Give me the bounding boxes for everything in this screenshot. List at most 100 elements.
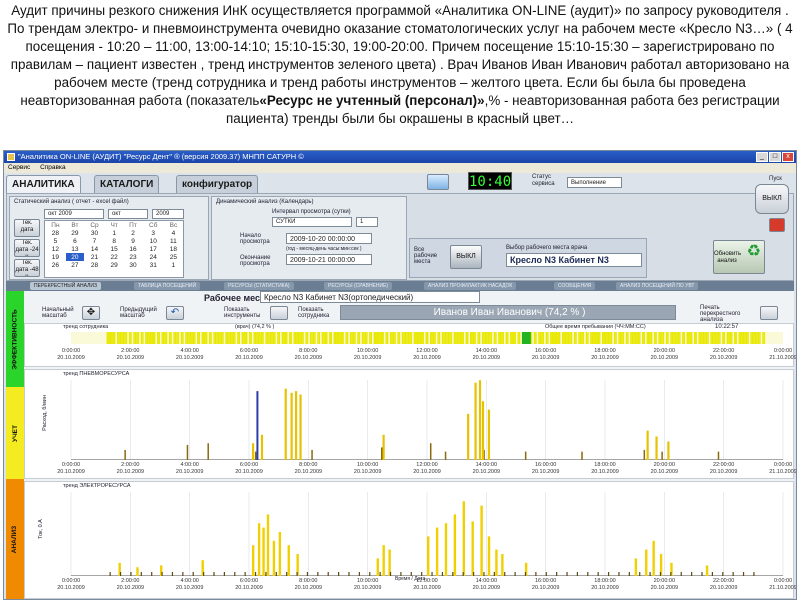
subtab-nozzle-analysis[interactable]: АНАЛИЗ ПРОФИЛАКТИК НАСАДОК — [424, 282, 517, 290]
calendar-day[interactable]: 24 — [143, 253, 164, 261]
calendar-day[interactable]: 28 — [45, 229, 66, 237]
close-button[interactable]: x — [782, 152, 794, 162]
calendar-day[interactable]: 16 — [123, 245, 142, 253]
interval-select[interactable]: СУТКИ — [272, 217, 352, 227]
calendar-day[interactable]: 8 — [105, 237, 123, 245]
worker-presence-mark — [157, 332, 159, 344]
subtab-resources-compare[interactable]: РЕСУРСЫ (СРАВНЕНИЕ) — [324, 282, 393, 290]
subtab-uvt-visits[interactable]: АНАЛИЗ ПОСЕЩЕНИЙ ПО УВТ — [616, 282, 699, 290]
tab-analytics[interactable]: АНАЛИТИКА — [6, 175, 81, 193]
calendar-day[interactable]: 28 — [84, 261, 105, 269]
calendar-day[interactable]: 6 — [66, 237, 84, 245]
worker-presence-mark — [530, 332, 533, 344]
calendar-day[interactable]: 1 — [164, 261, 183, 269]
electro-baseline-mark — [327, 572, 329, 576]
calendar-day[interactable]: 3 — [143, 229, 164, 237]
electro-trend-chart[interactable] — [25, 488, 795, 578]
undo-icon[interactable]: ↶ — [166, 306, 184, 320]
calendar-day[interactable]: 18 — [164, 245, 183, 253]
time-tick-label: 2:00:00 — [121, 462, 140, 468]
calendar-day[interactable]: 29 — [66, 229, 84, 237]
worker-presence-mark — [535, 332, 537, 344]
monitor-icon[interactable] — [427, 174, 449, 190]
sound-toggle[interactable]: ВЫКЛ — [755, 184, 789, 214]
worker-presence-mark — [234, 332, 236, 344]
calendar-day[interactable]: 7 — [84, 237, 105, 245]
today-minus-24-button[interactable]: Тек. дата -24 ч — [14, 239, 40, 257]
worker-presence-mark — [346, 332, 349, 344]
calendar-day[interactable]: 4 — [164, 229, 183, 237]
worker-presence-mark — [673, 332, 675, 344]
initial-scale-button[interactable]: ✥ — [82, 306, 100, 320]
interval-number[interactable]: 1 — [356, 217, 378, 227]
year-select[interactable]: 2009 — [152, 209, 184, 219]
calendar-day[interactable]: 26 — [45, 261, 66, 269]
worker-presence-mark — [444, 332, 447, 344]
calendar-day[interactable]: 25 — [164, 253, 183, 261]
end-field[interactable]: 2009-10-21 00:00:00 — [286, 254, 372, 265]
workplace-select[interactable]: Кресло N3 Кабинет N3 — [506, 253, 642, 267]
calendar-day[interactable]: 30 — [123, 261, 142, 269]
tab-catalogs[interactable]: КАТАЛОГИ — [94, 175, 160, 193]
today-button[interactable]: Тек. дата — [14, 219, 40, 237]
show-tools-button[interactable] — [270, 306, 288, 320]
worker-presence-mark — [214, 332, 217, 344]
electro-baseline-mark — [462, 572, 464, 576]
worker-presence-mark — [713, 332, 715, 344]
worker-presence-mark — [658, 332, 660, 344]
static-analysis-title: Статический анализ ( отчет - excel файл) — [14, 199, 129, 205]
worker-presence-mark — [379, 332, 381, 344]
calendar-day[interactable]: 23 — [123, 253, 142, 261]
start-field[interactable]: 2009-10-20 00:00:00 — [286, 233, 372, 244]
calendar-day[interactable]: 10 — [143, 237, 164, 245]
month-select[interactable]: окт — [108, 209, 148, 219]
refresh-analysis-button[interactable]: Обновить анализ ♻ — [713, 240, 765, 274]
pneumo-trend-chart[interactable] — [25, 376, 795, 462]
calendar-day[interactable]: 17 — [143, 245, 164, 253]
calendar-day[interactable]: 11 — [164, 237, 183, 245]
worker-presence-mark — [513, 332, 515, 344]
all-workplaces-toggle[interactable]: ВЫКЛ — [450, 245, 482, 269]
calendar-day[interactable]: 19 — [45, 253, 66, 261]
print-button[interactable] — [760, 306, 778, 320]
today-minus-48-button[interactable]: Тек. дата -48 ч — [14, 259, 40, 277]
worker-trend-chart[interactable] — [25, 331, 795, 347]
date-tick-label: 20.10.2009 — [413, 585, 441, 591]
subtab-cross-analysis[interactable]: ПЕРЕКРЕСТНЫЙ АНАЛИЗ — [30, 282, 101, 290]
staff-select[interactable]: Иванов Иван Иванович (74,2 % ) — [340, 305, 676, 320]
tab-configurator[interactable]: конфигуратор — [176, 175, 259, 193]
calendar[interactable]: Пн Вт Ср Чт Пт Сб Вс 28 29 30 1 2 3 4 5 6 7 8 9 10 11 12 13 14 1… — [44, 220, 184, 278]
worker-presence-mark — [705, 332, 708, 344]
calendar-day[interactable]: 27 — [66, 261, 84, 269]
menu-service[interactable]: Сервис — [8, 164, 30, 171]
calendar-day[interactable]: 2 — [123, 229, 142, 237]
calendar-day[interactable]: 15 — [105, 245, 123, 253]
calendar-day[interactable]: 29 — [105, 261, 123, 269]
worker-presence-mark — [455, 332, 457, 344]
worker-presence-mark — [602, 332, 604, 344]
exit-icon[interactable] — [769, 218, 785, 232]
calendar-day[interactable]: 13 — [66, 245, 84, 253]
calendar-day[interactable]: 20 — [65, 253, 85, 261]
calendar-day[interactable]: 31 — [143, 261, 164, 269]
calendar-day[interactable]: 12 — [45, 245, 66, 253]
minimize-button[interactable]: _ — [756, 152, 768, 162]
calendar-day[interactable]: 14 — [84, 245, 105, 253]
electro-baseline-mark — [493, 572, 495, 576]
month-year-select[interactable]: окт 2009 — [44, 209, 104, 219]
menu-help[interactable]: Справка — [40, 164, 66, 171]
calendar-grid[interactable]: Пн Вт Ср Чт Пт Сб Вс 28 29 30 1 2 3 4 5 6 7 8 9 10 11 12 13 14 1… — [45, 221, 183, 269]
calendar-day[interactable]: 9 — [123, 237, 142, 245]
calendar-day[interactable]: 22 — [105, 253, 123, 261]
calendar-day[interactable]: 21 — [84, 253, 105, 261]
worker-presence-mark — [676, 332, 678, 344]
calendar-day[interactable]: 5 — [45, 237, 66, 245]
maximize-button[interactable]: □ — [769, 152, 781, 162]
worker-presence-mark — [518, 332, 521, 344]
subtab-messages[interactable]: СООБЩЕНИЯ — [554, 282, 596, 290]
calendar-day[interactable]: 30 — [84, 229, 105, 237]
subtab-visits-table[interactable]: ТАБЛИЦА ПОСЕЩЕНИЙ — [134, 282, 201, 290]
subtab-resources-stats[interactable]: РЕСУРСЫ (СТАТИСТИКА) — [224, 282, 294, 290]
worker-presence-mark — [618, 332, 620, 344]
calendar-day[interactable]: 1 — [105, 229, 123, 237]
